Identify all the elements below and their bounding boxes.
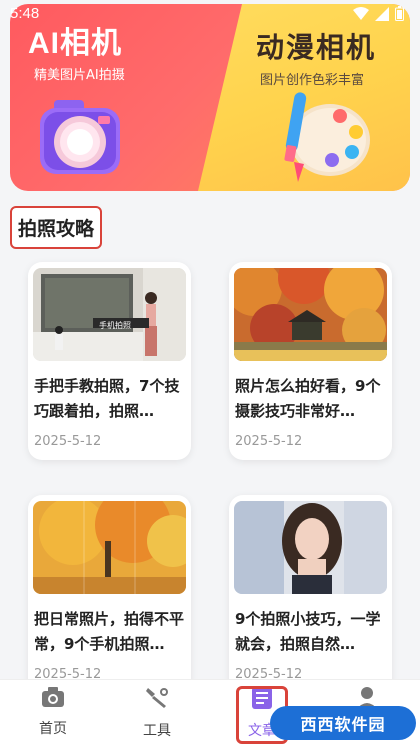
article-title[interactable]: 把日常照片，拍得不平常，9个手机拍照… <box>34 607 186 657</box>
app-screen: 5:48 AI相机 精美图片AI拍摄 动漫相机 图片创作色彩丰富 拍照攻略 手机… <box>0 0 420 747</box>
section-title: 拍照攻略 <box>10 206 103 249</box>
thumbnail-caption: 手机拍照 <box>99 321 131 330</box>
article-card[interactable]: 把日常照片，拍得不平常，9个手机拍照… 2025-5-12 <box>28 495 191 695</box>
camera-icon <box>42 687 64 707</box>
nav-home[interactable]: 首页 <box>18 686 88 738</box>
feature-banner[interactable]: AI相机 精美图片AI拍摄 动漫相机 图片创作色彩丰富 <box>10 4 410 191</box>
article-card[interactable]: 照片怎么拍好看，9个摄影技巧非常好… 2025-5-12 <box>229 262 392 460</box>
article-card[interactable]: 9个拍照小技巧，一学就会，拍照自然… 2025-5-12 <box>229 495 392 695</box>
article-title[interactable]: 照片怎么拍好看，9个摄影技巧非常好… <box>235 374 387 424</box>
status-bar: 5:48 <box>0 0 420 28</box>
wifi-icon <box>353 6 369 20</box>
article-thumbnail <box>234 501 387 594</box>
article-thumbnail: 手机拍照 <box>33 268 186 361</box>
palette-illustration-icon <box>284 92 370 182</box>
ai-camera-subtitle: 精美图片AI拍摄 <box>34 68 125 83</box>
article-thumbnail <box>234 268 387 361</box>
article-title[interactable]: 手把手教拍照，7个技巧跟着拍，拍照… <box>34 374 186 424</box>
anime-camera-title[interactable]: 动漫相机 <box>256 26 376 66</box>
article-date: 2025-5-12 <box>34 434 102 449</box>
battery-icon <box>395 6 404 21</box>
watermark-logo: 西西软件园 <box>270 706 416 740</box>
signal-icon <box>375 6 389 21</box>
tools-icon <box>146 688 168 708</box>
nav-tools-label: 工具 <box>143 723 171 739</box>
article-title[interactable]: 9个拍照小技巧，一学就会，拍照自然… <box>235 607 387 657</box>
nav-home-label: 首页 <box>39 721 67 737</box>
status-time: 5:48 <box>10 5 40 22</box>
nav-tools[interactable]: 工具 <box>122 686 192 740</box>
status-icons <box>353 6 404 21</box>
article-thumbnail <box>33 501 186 594</box>
article-date: 2025-5-12 <box>235 434 303 449</box>
article-card[interactable]: 手机拍照 手把手教拍照，7个技巧跟着拍，拍照… 2025-5-12 <box>28 262 191 460</box>
camera-illustration-icon <box>40 100 120 174</box>
